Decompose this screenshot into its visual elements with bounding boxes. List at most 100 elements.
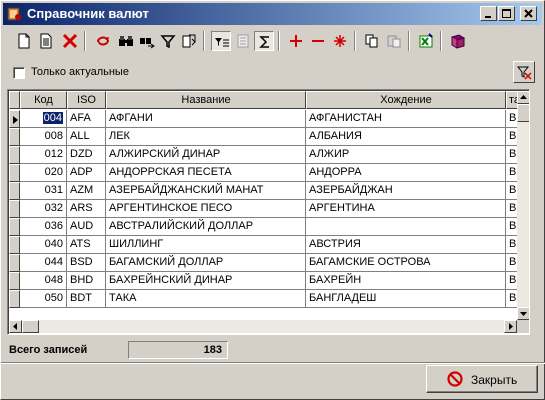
row-indicator[interactable] [9,290,20,308]
cell-iso[interactable]: AUD [67,218,106,236]
export-button[interactable] [179,31,199,51]
scroll-up-button[interactable] [517,91,529,104]
row-indicator[interactable] [9,272,20,290]
cell-code[interactable]: 031 [20,182,67,200]
sort-button[interactable] [233,31,253,51]
row-indicator[interactable] [9,218,20,236]
cell-code[interactable]: 048 [20,272,67,290]
cell-name[interactable]: АРГЕНТИНСКОЕ ПЕСО [106,200,306,218]
table-row[interactable]: 008ALLЛЕКАЛБАНИЯВкл [9,128,529,146]
refresh-button[interactable] [93,31,113,51]
cell-iso[interactable]: ADP [67,164,106,182]
find-button[interactable] [116,31,136,51]
table-row[interactable]: 032ARSАРГЕНТИНСКОЕ ПЕСОАРГЕНТИНАВкл [9,200,529,218]
horizontal-scrollbar[interactable] [9,320,517,333]
table-row[interactable]: 040ATSШИЛЛИНГАВСТРИЯВкл [9,236,529,254]
cell-code[interactable]: 004 [20,110,67,128]
edit-record-button[interactable] [36,31,56,51]
table-row[interactable]: 031AZMАЗЕРБАЙДЖАНСКИЙ МАНАТАЗЕРБАЙДЖАНВк… [9,182,529,200]
cell-name[interactable]: ЛЕК [106,128,306,146]
maximize-button[interactable] [498,6,515,21]
cell-region[interactable]: АЗЕРБАЙДЖАН [306,182,506,200]
cell-iso[interactable]: BDT [67,290,106,308]
row-indicator[interactable] [9,236,20,254]
copy-button[interactable] [362,31,382,51]
cell-code[interactable]: 008 [20,128,67,146]
cell-code[interactable]: 032 [20,200,67,218]
find-next-button[interactable] [137,31,157,51]
actual-only-checkbox[interactable] [13,67,25,79]
cell-name[interactable]: АНДОРРСКАЯ ПЕСЕТА [106,164,306,182]
cell-name[interactable]: АЛЖИРСКИЙ ДИНАР [106,146,306,164]
close-window-button[interactable] [520,6,537,21]
vertical-scrollbar[interactable] [517,91,529,320]
remove-row-button[interactable] [308,31,328,51]
excel-export-button[interactable] [416,31,436,51]
header-code[interactable]: Код [20,91,67,109]
cell-name[interactable]: БАГАМСКИЙ ДОЛЛАР [106,254,306,272]
filter-toggle-button[interactable] [211,31,231,51]
filter-button[interactable] [158,31,178,51]
table-row[interactable]: 036AUDАВСТРАЛИЙСКИЙ ДОЛЛАРВкл [9,218,529,236]
minimize-button[interactable] [480,6,497,21]
cell-code[interactable]: 012 [20,146,67,164]
delete-record-button[interactable] [60,31,80,51]
cell-region[interactable]: БАНГЛАДЕШ [306,290,506,308]
table-row[interactable]: 004AFAАФГАНИАФГАНИСТАНВкл [9,110,529,128]
cell-code[interactable]: 020 [20,164,67,182]
add-row-button[interactable] [286,31,306,51]
sum-button[interactable] [254,31,274,51]
table-row[interactable]: 044BSDБАГАМСКИЙ ДОЛЛАРБАГАМСКИЕ ОСТРОВАВ… [9,254,529,272]
scroll-down-button[interactable] [517,307,529,320]
cell-name[interactable]: АВСТРАЛИЙСКИЙ ДОЛЛАР [106,218,306,236]
row-indicator[interactable] [9,110,20,128]
cell-iso[interactable]: ATS [67,236,106,254]
horizontal-scroll-thumb[interactable] [22,320,39,333]
title-bar[interactable]: Справочник валют [3,3,542,25]
help-button[interactable] [448,31,468,51]
cell-code[interactable]: 040 [20,236,67,254]
cell-code[interactable]: 050 [20,290,67,308]
new-record-button[interactable] [14,31,34,51]
table-row[interactable]: 050BDTТАКАБАНГЛАДЕШВкл [9,290,529,308]
cell-region[interactable] [306,218,506,236]
row-indicator[interactable] [9,128,20,146]
cell-iso[interactable]: BHD [67,272,106,290]
cell-region[interactable]: АЛЖИР [306,146,506,164]
cell-region[interactable]: АНДОРРА [306,164,506,182]
row-indicator[interactable] [9,146,20,164]
cell-iso[interactable]: DZD [67,146,106,164]
cell-region[interactable]: БАХРЕЙН [306,272,506,290]
cell-name[interactable]: АЗЕРБАЙДЖАНСКИЙ МАНАТ [106,182,306,200]
scroll-right-button[interactable] [504,320,517,333]
table-row[interactable]: 020ADPАНДОРРСКАЯ ПЕСЕТААНДОРРАВкл [9,164,529,182]
cell-name[interactable]: БАХРЕЙНСКИЙ ДИНАР [106,272,306,290]
row-indicator[interactable] [9,164,20,182]
cell-iso[interactable]: AZM [67,182,106,200]
row-indicator[interactable] [9,200,20,218]
clear-filter-button[interactable] [513,61,535,83]
cell-name[interactable]: АФГАНИ [106,110,306,128]
header-region[interactable]: Хождение [306,91,506,109]
cell-iso[interactable]: ALL [67,128,106,146]
cell-region[interactable]: АФГАНИСТАН [306,110,506,128]
cell-name[interactable]: ШИЛЛИНГ [106,236,306,254]
cell-iso[interactable]: ARS [67,200,106,218]
cell-name[interactable]: ТАКА [106,290,306,308]
table-row[interactable]: 012DZDАЛЖИРСКИЙ ДИНАРАЛЖИРВкл [9,146,529,164]
table-row[interactable]: 048BHDБАХРЕЙНСКИЙ ДИНАРБАХРЕЙНВкл [9,272,529,290]
header-name[interactable]: Название [106,91,306,109]
cell-code[interactable]: 044 [20,254,67,272]
row-indicator[interactable] [9,182,20,200]
cell-iso[interactable]: BSD [67,254,106,272]
cell-iso[interactable]: AFA [67,110,106,128]
cell-region[interactable]: БАГАМСКИЕ ОСТРОВА [306,254,506,272]
scroll-left-button[interactable] [9,320,22,333]
header-iso[interactable]: ISO [67,91,106,109]
close-button[interactable]: Закрыть [426,365,538,393]
cell-region[interactable]: АЛБАНИЯ [306,128,506,146]
cell-region[interactable]: АВСТРИЯ [306,236,506,254]
mark-all-button[interactable] [330,31,350,51]
cell-region[interactable]: АРГЕНТИНА [306,200,506,218]
cell-code[interactable]: 036 [20,218,67,236]
